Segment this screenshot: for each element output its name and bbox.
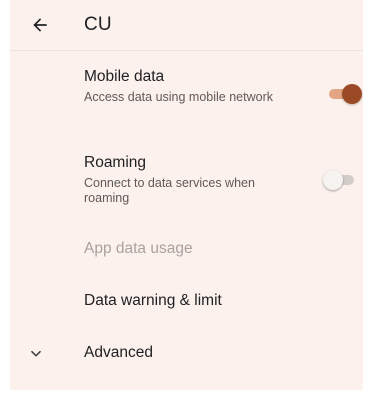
roaming-subtitle: Connect to data services when roaming [84,176,255,205]
mobile-data-subtitle: Access data using mobile network [84,90,273,104]
advanced-row[interactable]: Advanced [10,336,363,372]
app-bar: CU [10,0,363,51]
roaming-row[interactable]: Roaming Connect to data services when ro… [10,144,363,214]
mobile-data-toggle[interactable] [326,83,364,105]
page-title: CU [84,14,112,35]
back-arrow-icon [33,18,47,32]
settings-panel: CU Mobile data Access data using mobile … [10,0,363,390]
chevron-down-icon [26,344,46,364]
advanced-title: Advanced [84,344,153,361]
app-data-usage-row: App data usage [10,232,363,268]
back-button[interactable] [26,11,54,39]
roaming-toggle[interactable] [323,169,361,191]
mobile-data-title: Mobile data [84,68,165,85]
data-warning-row[interactable]: Data warning & limit [10,284,363,320]
toggle-thumb [342,84,362,104]
data-warning-title: Data warning & limit [84,292,222,309]
mobile-data-row[interactable]: Mobile data Access data using mobile net… [10,58,363,128]
roaming-title: Roaming [84,154,147,171]
toggle-thumb [323,170,343,190]
app-data-usage-title: App data usage [84,240,193,257]
